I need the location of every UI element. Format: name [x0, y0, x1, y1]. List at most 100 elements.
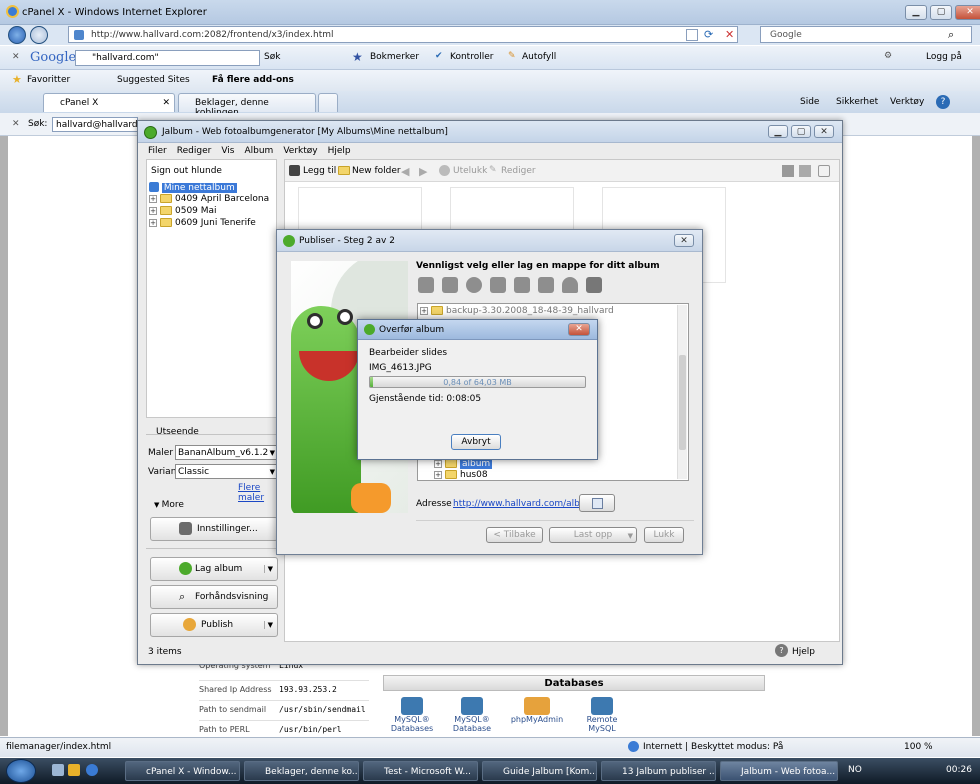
jalbum-minimize-button[interactable]: ▁	[768, 125, 788, 138]
wrench-icon[interactable]: ⚙	[884, 51, 892, 61]
publish-button[interactable]: Publish ▼	[150, 613, 278, 637]
upload-button[interactable]: Last opp ▼	[549, 527, 637, 543]
expand-icon[interactable]: +	[434, 470, 442, 479]
new-folder-icon[interactable]	[442, 277, 458, 293]
forward-button[interactable]	[30, 26, 48, 44]
rename-icon[interactable]	[490, 277, 506, 293]
find-close-icon[interactable]: ✕	[12, 119, 20, 129]
expand-icon[interactable]: +	[434, 459, 442, 468]
menu-help[interactable]: Hjelp	[328, 146, 351, 157]
google-search-button[interactable]: Søk	[264, 52, 280, 62]
add-button[interactable]: Legg til	[303, 166, 336, 176]
preview-button[interactable]: ⌕ Forhåndsvisning	[150, 585, 278, 609]
arrow-left-icon[interactable]: ◀	[401, 165, 409, 178]
scrollbar[interactable]	[677, 305, 687, 479]
close-button[interactable]: ✕	[955, 5, 980, 20]
refresh-icon[interactable]: ⟳	[704, 28, 713, 41]
new-tab-button[interactable]	[318, 93, 338, 112]
bookmark-star-icon[interactable]: ★	[352, 50, 363, 64]
tree-item[interactable]: +0409 April Barcelona	[149, 194, 269, 206]
security-zone[interactable]: Internett | Beskyttet modus: På	[643, 742, 783, 752]
more-templates-link[interactable]: Flere maler	[238, 483, 278, 503]
check-icon[interactable]: ✔	[435, 51, 443, 61]
expand-icon[interactable]: +	[149, 194, 157, 203]
new-folder-button[interactable]: New folder	[352, 166, 401, 176]
menu-edit[interactable]: Rediger	[177, 146, 212, 157]
expand-icon[interactable]: +	[149, 218, 157, 227]
favorites-button[interactable]: Favoritter	[27, 75, 70, 85]
view-grid-icon[interactable]	[799, 165, 811, 177]
address-link[interactable]: http://www.hallvard.com/album	[453, 499, 594, 509]
tree-item[interactable]: +0609 Juni Tenerife	[149, 218, 269, 230]
ie-quicklaunch-icon[interactable]	[86, 764, 98, 776]
chevron-down-icon[interactable]: ▼	[628, 532, 633, 540]
view-comment-icon[interactable]	[818, 165, 830, 177]
login-button[interactable]: Logg på	[926, 52, 962, 62]
make-album-button[interactable]: Lag album ▼	[150, 557, 278, 581]
edit-button[interactable]: Rediger	[501, 166, 536, 176]
phpmyadmin-link[interactable]: phpMyAdmin	[508, 697, 566, 742]
lock-icon[interactable]	[538, 277, 554, 293]
settings-button[interactable]: Innstillinger...	[150, 517, 278, 541]
checks-button[interactable]: Kontroller	[450, 52, 493, 62]
speed-icon[interactable]	[562, 277, 578, 293]
tab-error[interactable]: Beklager, denne koblingen...	[178, 93, 316, 118]
addons-link[interactable]: Få flere add-ons	[212, 75, 294, 85]
expand-icon[interactable]: +	[420, 306, 428, 315]
task-publish[interactable]: 13 Jalbum publiser ...	[601, 761, 716, 781]
tool-side[interactable]: Side	[800, 97, 819, 107]
tree-item[interactable]: + album	[434, 459, 493, 469]
close-dialog-button[interactable]: Lukk	[644, 527, 684, 543]
cancel-button[interactable]: Avbryt	[451, 434, 501, 450]
tool-tools[interactable]: Verktøy	[890, 97, 924, 107]
maximize-button[interactable]: ▢	[930, 5, 952, 20]
suggested-sites-link[interactable]: Suggested Sites	[117, 75, 190, 85]
remote-mysql-link[interactable]: Remote MySQL	[578, 697, 626, 742]
back-button[interactable]	[8, 26, 26, 44]
menu-album[interactable]: Album	[244, 146, 273, 157]
autofill-icon[interactable]: ✎	[508, 51, 516, 61]
search-icon[interactable]: ⌕	[948, 28, 954, 42]
tree-root[interactable]: Mine nettalbum	[149, 182, 269, 194]
help-link[interactable]: Hjelp	[792, 647, 815, 657]
tab-close-icon[interactable]: ✕	[162, 98, 170, 108]
explorer-icon[interactable]	[68, 764, 80, 776]
publish-close-button[interactable]: ✕	[674, 234, 694, 247]
autofill-button[interactable]: Autofyll	[522, 52, 556, 62]
google-search-input[interactable]: "hallvard.com"	[75, 50, 260, 66]
search-box[interactable]: Google	[760, 26, 972, 43]
clock[interactable]: 00:26	[946, 765, 972, 775]
move-icon[interactable]	[514, 277, 530, 293]
start-button[interactable]	[6, 759, 36, 783]
menu-file[interactable]: Filer	[148, 146, 167, 157]
chevron-down-icon[interactable]: ▼	[263, 565, 273, 573]
chevron-down-icon[interactable]: ▼	[263, 621, 273, 629]
mysql-databases-link[interactable]: MySQL® Databases	[388, 697, 436, 742]
tree-item[interactable]: +0509 Mai	[149, 206, 269, 218]
show-desktop-icon[interactable]	[52, 764, 64, 776]
mysql-wizard-link[interactable]: MySQL® Database ...	[448, 697, 496, 742]
find-input[interactable]: hallvard@hallvard.co	[52, 117, 138, 132]
scroll-thumb[interactable]	[679, 355, 686, 450]
variant-select[interactable]: Classic ▼	[175, 464, 278, 479]
template-select[interactable]: BananAlbum_v6.1.2 ▼	[175, 445, 278, 460]
language-indicator[interactable]: NO	[848, 765, 862, 775]
task-error-page[interactable]: Beklager, denne ko...	[244, 761, 359, 781]
delete-icon[interactable]	[466, 277, 482, 293]
jalbum-close-button[interactable]: ✕	[814, 125, 834, 138]
arrow-right-icon[interactable]: ▶	[419, 165, 427, 178]
compat-icon[interactable]	[686, 29, 698, 41]
view-large-icon[interactable]	[782, 165, 794, 177]
back-button[interactable]: < Tilbake	[486, 527, 543, 543]
transfer-close-button[interactable]: ✕	[568, 323, 590, 336]
bookmarks-button[interactable]: Bokmerker	[370, 52, 419, 62]
stop-icon[interactable]: ✕	[725, 28, 734, 41]
open-folder-icon[interactable]	[418, 277, 434, 293]
more-toggle[interactable]: ▼ More	[154, 500, 184, 510]
tree-item[interactable]: + hus08	[434, 470, 488, 480]
favorites-star-icon[interactable]: ★	[12, 73, 22, 86]
task-word[interactable]: Test - Microsoft W...	[363, 761, 478, 781]
task-cpanel[interactable]: cPanel X - Window...	[125, 761, 240, 781]
menu-view[interactable]: Vis	[221, 146, 234, 157]
wrench-icon[interactable]	[586, 277, 602, 293]
